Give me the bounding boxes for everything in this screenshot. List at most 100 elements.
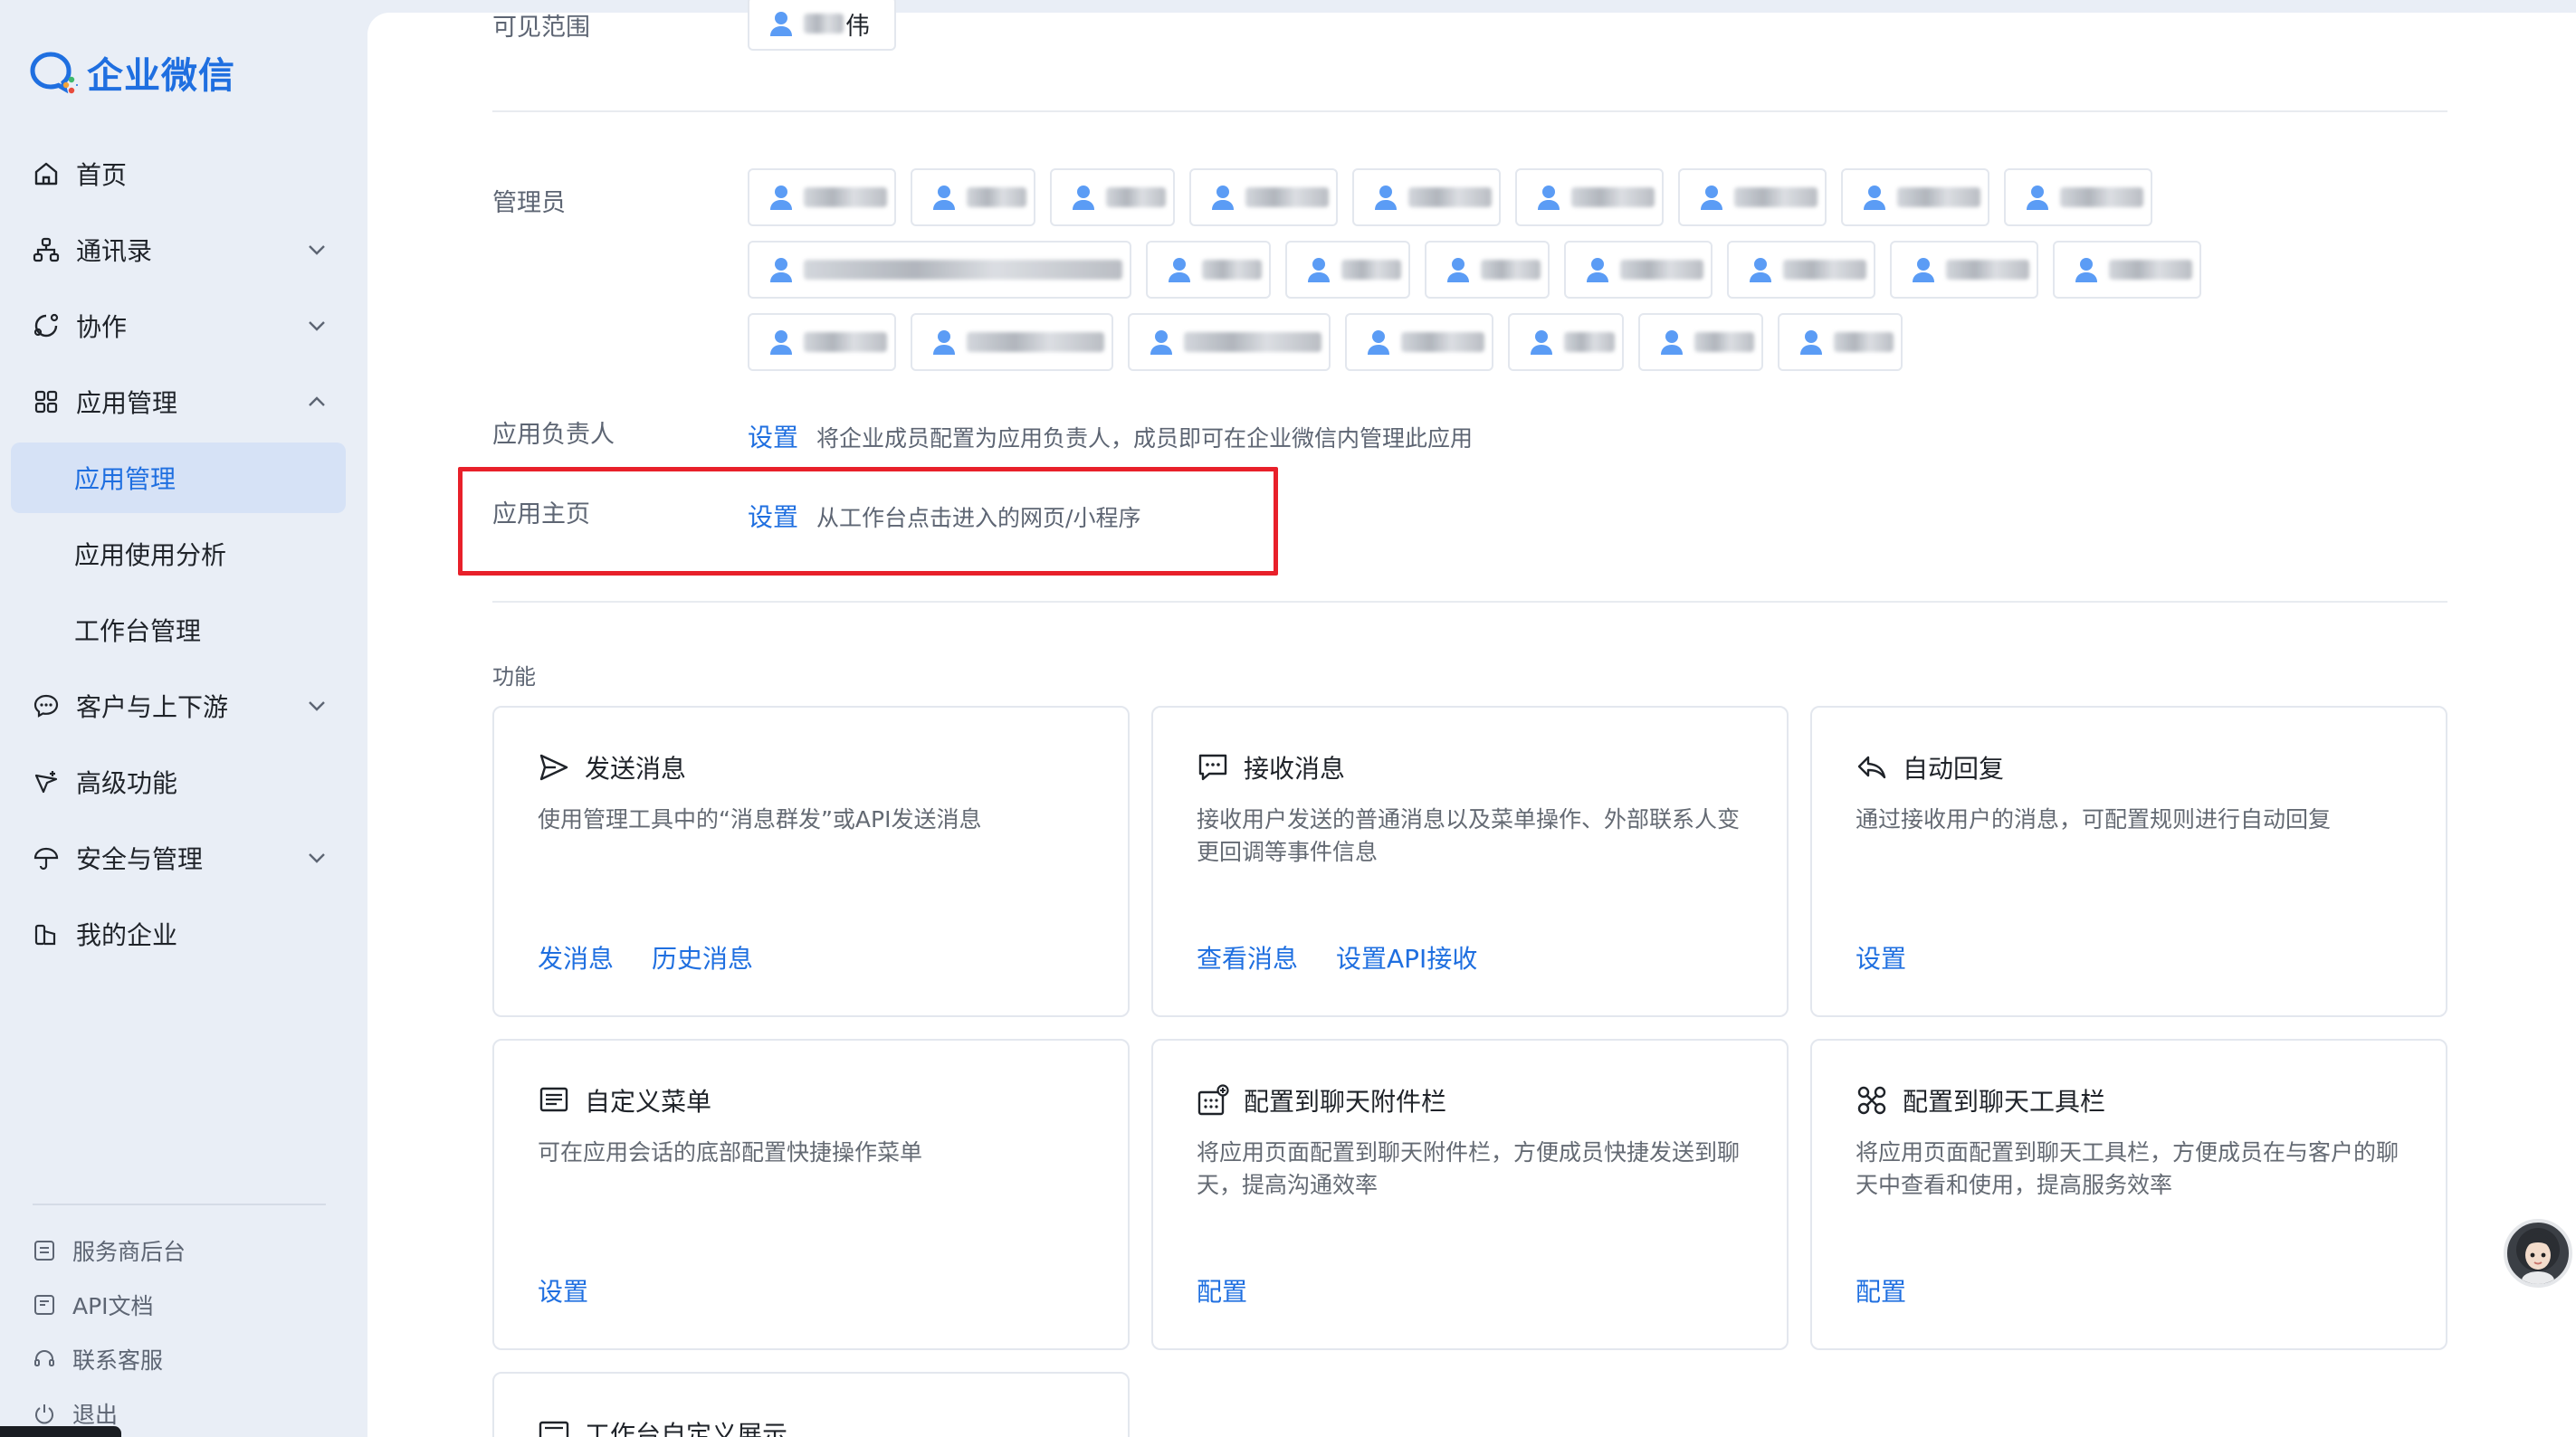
- nav-item-label: 应用管理: [76, 388, 178, 418]
- nav-item-my-company[interactable]: 我的企业: [0, 896, 367, 972]
- footer-item-label: API文档: [72, 1293, 154, 1319]
- member-chip[interactable]: 伟: [748, 0, 896, 51]
- blurred-name: [1481, 260, 1541, 280]
- admin-chip[interactable]: [1890, 241, 2038, 299]
- admin-chip[interactable]: [911, 313, 1113, 371]
- card-actions: 查看消息 设置API接收: [1197, 939, 1477, 975]
- footer-item-contact-support[interactable]: 联系客服: [0, 1332, 367, 1386]
- card-title: 配置到聊天工具栏: [1903, 1087, 2106, 1117]
- brand-logo[interactable]: 企业微信: [27, 47, 235, 98]
- nav-item-label: 客户与上下游: [76, 692, 229, 722]
- auto-reply-set-link[interactable]: 设置: [1856, 939, 1906, 975]
- card-header: 配置到聊天工具栏: [1856, 1082, 2105, 1118]
- chevron-down-icon[interactable]: [306, 239, 328, 261]
- nav-item-app-management[interactable]: 应用管理: [0, 364, 367, 440]
- nav-item-label: 高级功能: [76, 768, 178, 798]
- nav-sub-app-usage-analysis[interactable]: 应用使用分析: [0, 516, 367, 592]
- admin-chip[interactable]: [1128, 313, 1331, 371]
- nav-item-collaborate[interactable]: 协作: [0, 288, 367, 364]
- reply-icon: [1857, 756, 1886, 779]
- admin-chip[interactable]: [1841, 168, 1989, 226]
- person-icon: [1169, 258, 1190, 282]
- person-icon: [1375, 186, 1397, 210]
- card-desc: 将应用页面配置到聊天附件栏，方便成员快捷发送到聊天，提高沟通效率: [1197, 1139, 1741, 1198]
- nav-item-contacts[interactable]: 通讯录: [0, 212, 367, 288]
- blurred-name: [804, 260, 1122, 280]
- history-message-link[interactable]: 历史消息: [652, 939, 753, 975]
- building-icon: [31, 918, 62, 949]
- assistant-avatar-button[interactable]: [2504, 1219, 2572, 1288]
- feature-card-chat-attachment-bar: 配置到聊天附件栏 将应用页面配置到聊天附件栏，方便成员快捷发送到聊天，提高沟通效…: [1151, 1039, 1789, 1350]
- person-icon: [1750, 258, 1771, 282]
- chevron-down-icon[interactable]: [306, 695, 328, 717]
- nav-sub-app-management[interactable]: 应用管理: [11, 443, 346, 513]
- admin-chip[interactable]: [748, 313, 896, 371]
- blurred-name: [1620, 260, 1703, 280]
- card-header: 接收消息: [1197, 749, 1345, 785]
- nav-sub-workbench-management[interactable]: 工作台管理: [0, 592, 367, 668]
- admin-chip[interactable]: [1352, 168, 1501, 226]
- blurred-name: [1734, 187, 1818, 207]
- blurred-name: [804, 332, 887, 352]
- toolbar-config-link[interactable]: 配置: [1856, 1272, 1906, 1309]
- owner-set-link[interactable]: 设置: [748, 418, 798, 454]
- admin-chip[interactable]: [1638, 313, 1763, 371]
- admin-chip[interactable]: [1778, 313, 1903, 371]
- person-icon: [1701, 186, 1722, 210]
- admin-chip[interactable]: [2004, 168, 2152, 226]
- view-message-link[interactable]: 查看消息: [1197, 939, 1298, 975]
- admin-chip[interactable]: [1050, 168, 1175, 226]
- admin-chip[interactable]: [911, 168, 1035, 226]
- send-message-link[interactable]: 发消息: [538, 939, 614, 975]
- sidebar-footer: 服务商后台 API文档 联系客服 退出: [0, 1223, 367, 1437]
- send-icon: [539, 754, 568, 781]
- admin-chip[interactable]: [1425, 241, 1550, 299]
- nav-item-label: 协作: [76, 312, 128, 342]
- card-header: 发送消息: [538, 749, 686, 785]
- admin-chip[interactable]: [1189, 168, 1338, 226]
- attachment-bar-config-link[interactable]: 配置: [1197, 1272, 1247, 1309]
- footer-item-label: 联系客服: [72, 1347, 164, 1374]
- power-icon: [31, 1400, 58, 1427]
- card-actions: 配置: [1856, 1272, 1906, 1309]
- nav-item-security[interactable]: 安全与管理: [0, 820, 367, 896]
- feature-card-receive-message: 接收消息 接收用户发送的普通消息以及菜单操作、外部联系人变更回调等事件信息 查看…: [1151, 706, 1789, 1017]
- blurred-name: [967, 332, 1104, 352]
- feature-card-custom-menu: 自定义菜单 可在应用会话的底部配置快捷操作菜单 设置: [492, 1039, 1130, 1350]
- blurred-name: [1946, 260, 2029, 280]
- admin-chip[interactable]: [1345, 313, 1493, 371]
- set-api-receive-link[interactable]: 设置API接收: [1336, 939, 1477, 975]
- nav-item-customers[interactable]: 客户与上下游: [0, 668, 367, 744]
- main-panel: 可见范围 伟 管理员 应用负责人 设置 将企业成员配置为应用负责人，成员即可在企…: [367, 0, 2576, 1437]
- footer-item-provider-console[interactable]: 服务商后台: [0, 1223, 367, 1278]
- person-icon: [2027, 186, 2048, 210]
- admin-chip[interactable]: [1508, 313, 1624, 371]
- admin-chip[interactable]: [2053, 241, 2201, 299]
- custom-menu-set-link[interactable]: 设置: [538, 1272, 588, 1309]
- card-title: 配置到聊天附件栏: [1244, 1087, 1447, 1117]
- admin-chip[interactable]: [1564, 241, 1713, 299]
- chevron-up-icon[interactable]: [306, 391, 328, 413]
- nav-item-advanced[interactable]: 高级功能: [0, 744, 367, 820]
- admin-chip[interactable]: [1146, 241, 1271, 299]
- blurred-name: [1834, 332, 1894, 352]
- nav-item-label: 首页: [76, 160, 128, 190]
- admin-chip[interactable]: [1285, 241, 1410, 299]
- wecom-logo-icon: [30, 52, 78, 94]
- admin-chip[interactable]: [1727, 241, 1875, 299]
- divider: [492, 110, 2447, 112]
- divider: [492, 601, 2447, 603]
- admin-chip[interactable]: [748, 241, 1131, 299]
- window-tab-edge: [0, 1426, 121, 1437]
- sparkle-icon: [31, 766, 62, 797]
- admin-chip[interactable]: [748, 168, 896, 226]
- umbrella-icon: [31, 842, 62, 873]
- chevron-down-icon[interactable]: [306, 315, 328, 337]
- chevron-down-icon[interactable]: [306, 847, 328, 869]
- admin-chip[interactable]: [1515, 168, 1664, 226]
- footer-item-api-docs[interactable]: API文档: [0, 1278, 367, 1332]
- admin-chip[interactable]: [1678, 168, 1827, 226]
- card-actions: 设置: [1856, 939, 1906, 975]
- nav-item-home[interactable]: 首页: [0, 136, 367, 212]
- brand-name: 企业微信: [87, 55, 235, 97]
